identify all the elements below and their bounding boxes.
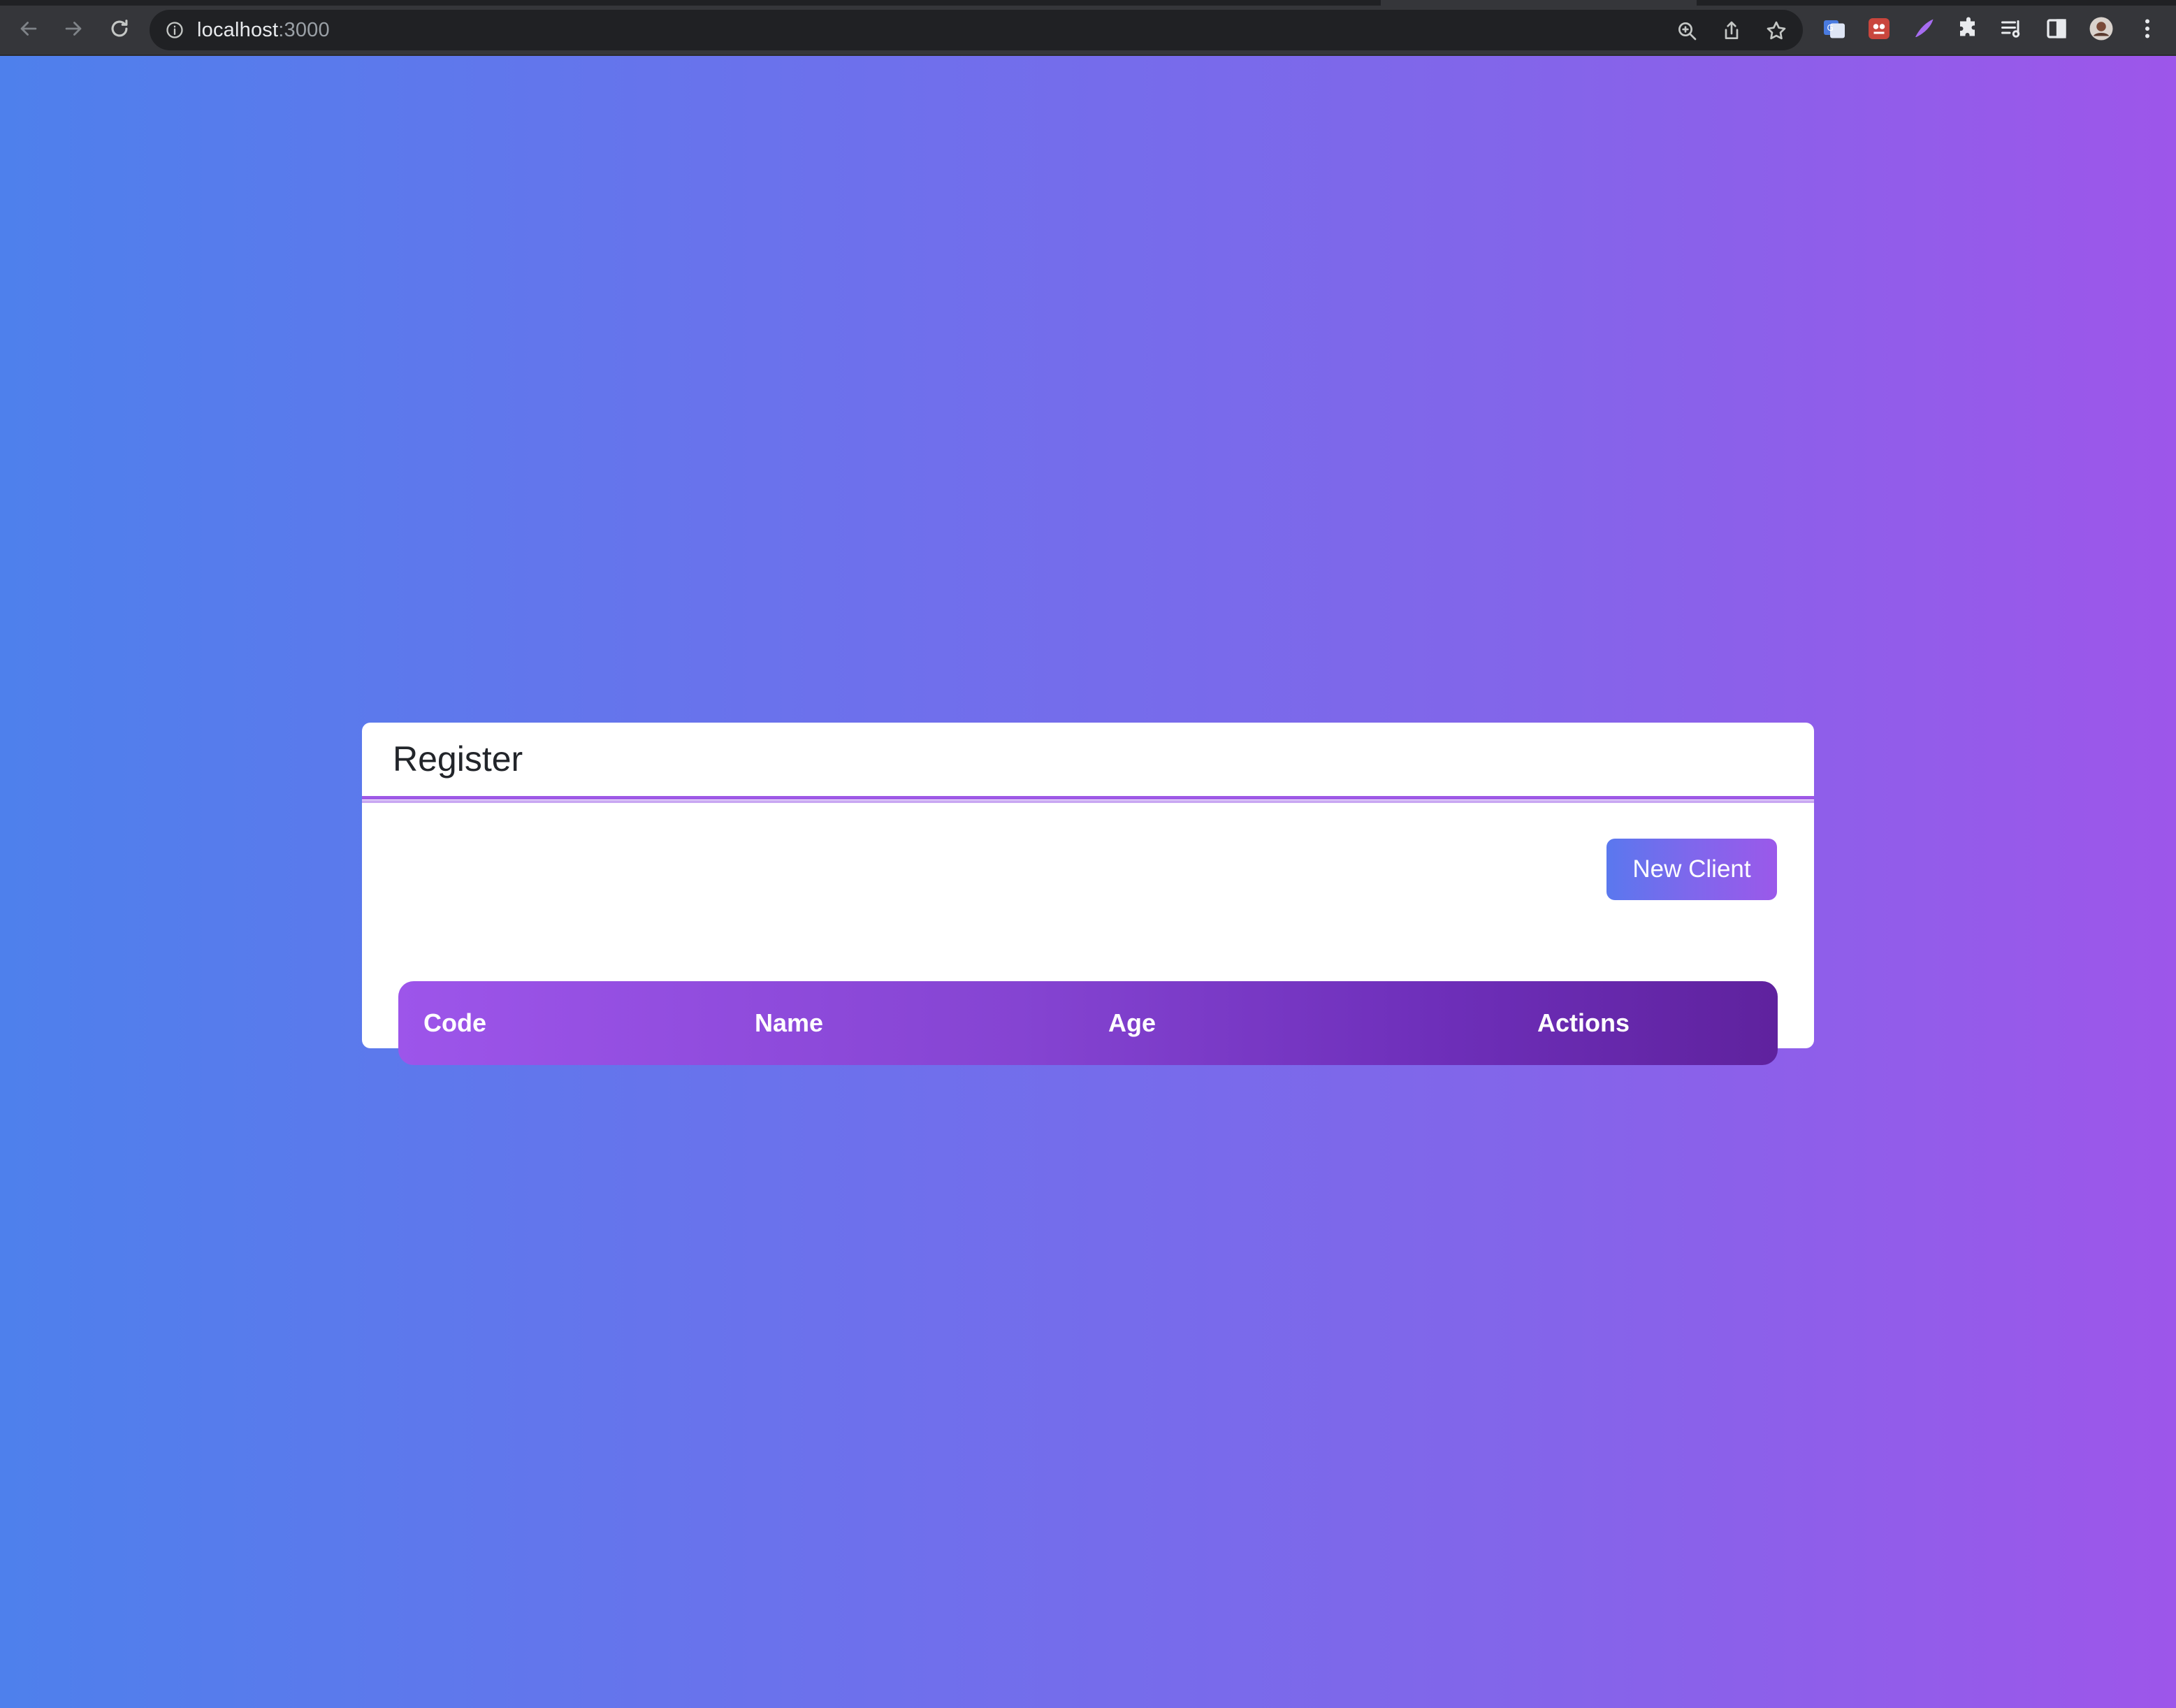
profile-avatar: [2089, 17, 2113, 41]
bookmark-button[interactable]: [1765, 20, 1787, 42]
card-header: Register: [362, 723, 1814, 803]
reload-button[interactable]: [103, 13, 136, 45]
address-bar[interactable]: localhost:3000: [150, 10, 1803, 50]
new-client-button[interactable]: New Client: [1606, 839, 1777, 900]
column-header-age: Age: [1108, 1008, 1156, 1037]
arrow-left-icon: [20, 22, 37, 36]
puzzle-icon: [1960, 17, 1975, 36]
zoom-button[interactable]: [1676, 20, 1698, 42]
kebab-menu-icon: [2145, 19, 2149, 38]
clients-table-header: Code Name Age Actions: [398, 981, 1778, 1065]
column-header-name: Name: [755, 1008, 824, 1037]
browser-menu-button[interactable]: [2133, 14, 2162, 43]
feather-extension-button[interactable]: [1909, 14, 1938, 43]
url-text: localhost:3000: [197, 18, 330, 42]
zoom-icon: [1678, 22, 1697, 41]
side-panel-icon: [2047, 19, 2066, 38]
page-background: Register New Client Code Name Age Action…: [0, 56, 2176, 1708]
browser-toolbar: localhost:3000 G: [0, 0, 2176, 56]
profile-button[interactable]: [2087, 14, 2116, 43]
column-header-code: Code: [423, 1008, 486, 1037]
share-icon: [1725, 21, 1739, 39]
url-port: :3000: [278, 19, 330, 41]
back-button[interactable]: [13, 13, 45, 45]
column-header-actions: Actions: [1537, 1008, 1630, 1037]
tab-strip-edge-right: [1697, 0, 2176, 6]
red-extension-button[interactable]: [1864, 14, 1894, 43]
svg-text:G: G: [1827, 23, 1834, 33]
share-button[interactable]: [1720, 20, 1743, 42]
translate-extension-icon: G: [1824, 20, 1845, 38]
register-card: Register New Client Code Name Age Action…: [362, 723, 1814, 1065]
star-icon: [1767, 21, 1786, 40]
red-extension-icon: [1869, 18, 1890, 39]
info-icon: [166, 22, 183, 38]
arrow-right-icon: [65, 22, 82, 36]
reading-list-icon: [2001, 20, 2020, 38]
side-panel-button[interactable]: [2042, 14, 2071, 43]
page-title: Register: [393, 739, 523, 779]
tab-strip-edge: [0, 0, 1381, 6]
translate-extension-button[interactable]: G: [1820, 14, 1849, 43]
reading-list-button[interactable]: [1997, 14, 2026, 43]
forward-button[interactable]: [57, 13, 89, 45]
feather-extension-icon: [1915, 19, 1934, 37]
extensions-button[interactable]: [1954, 14, 1983, 43]
url-host: localhost: [197, 19, 279, 41]
reload-icon: [111, 20, 128, 37]
